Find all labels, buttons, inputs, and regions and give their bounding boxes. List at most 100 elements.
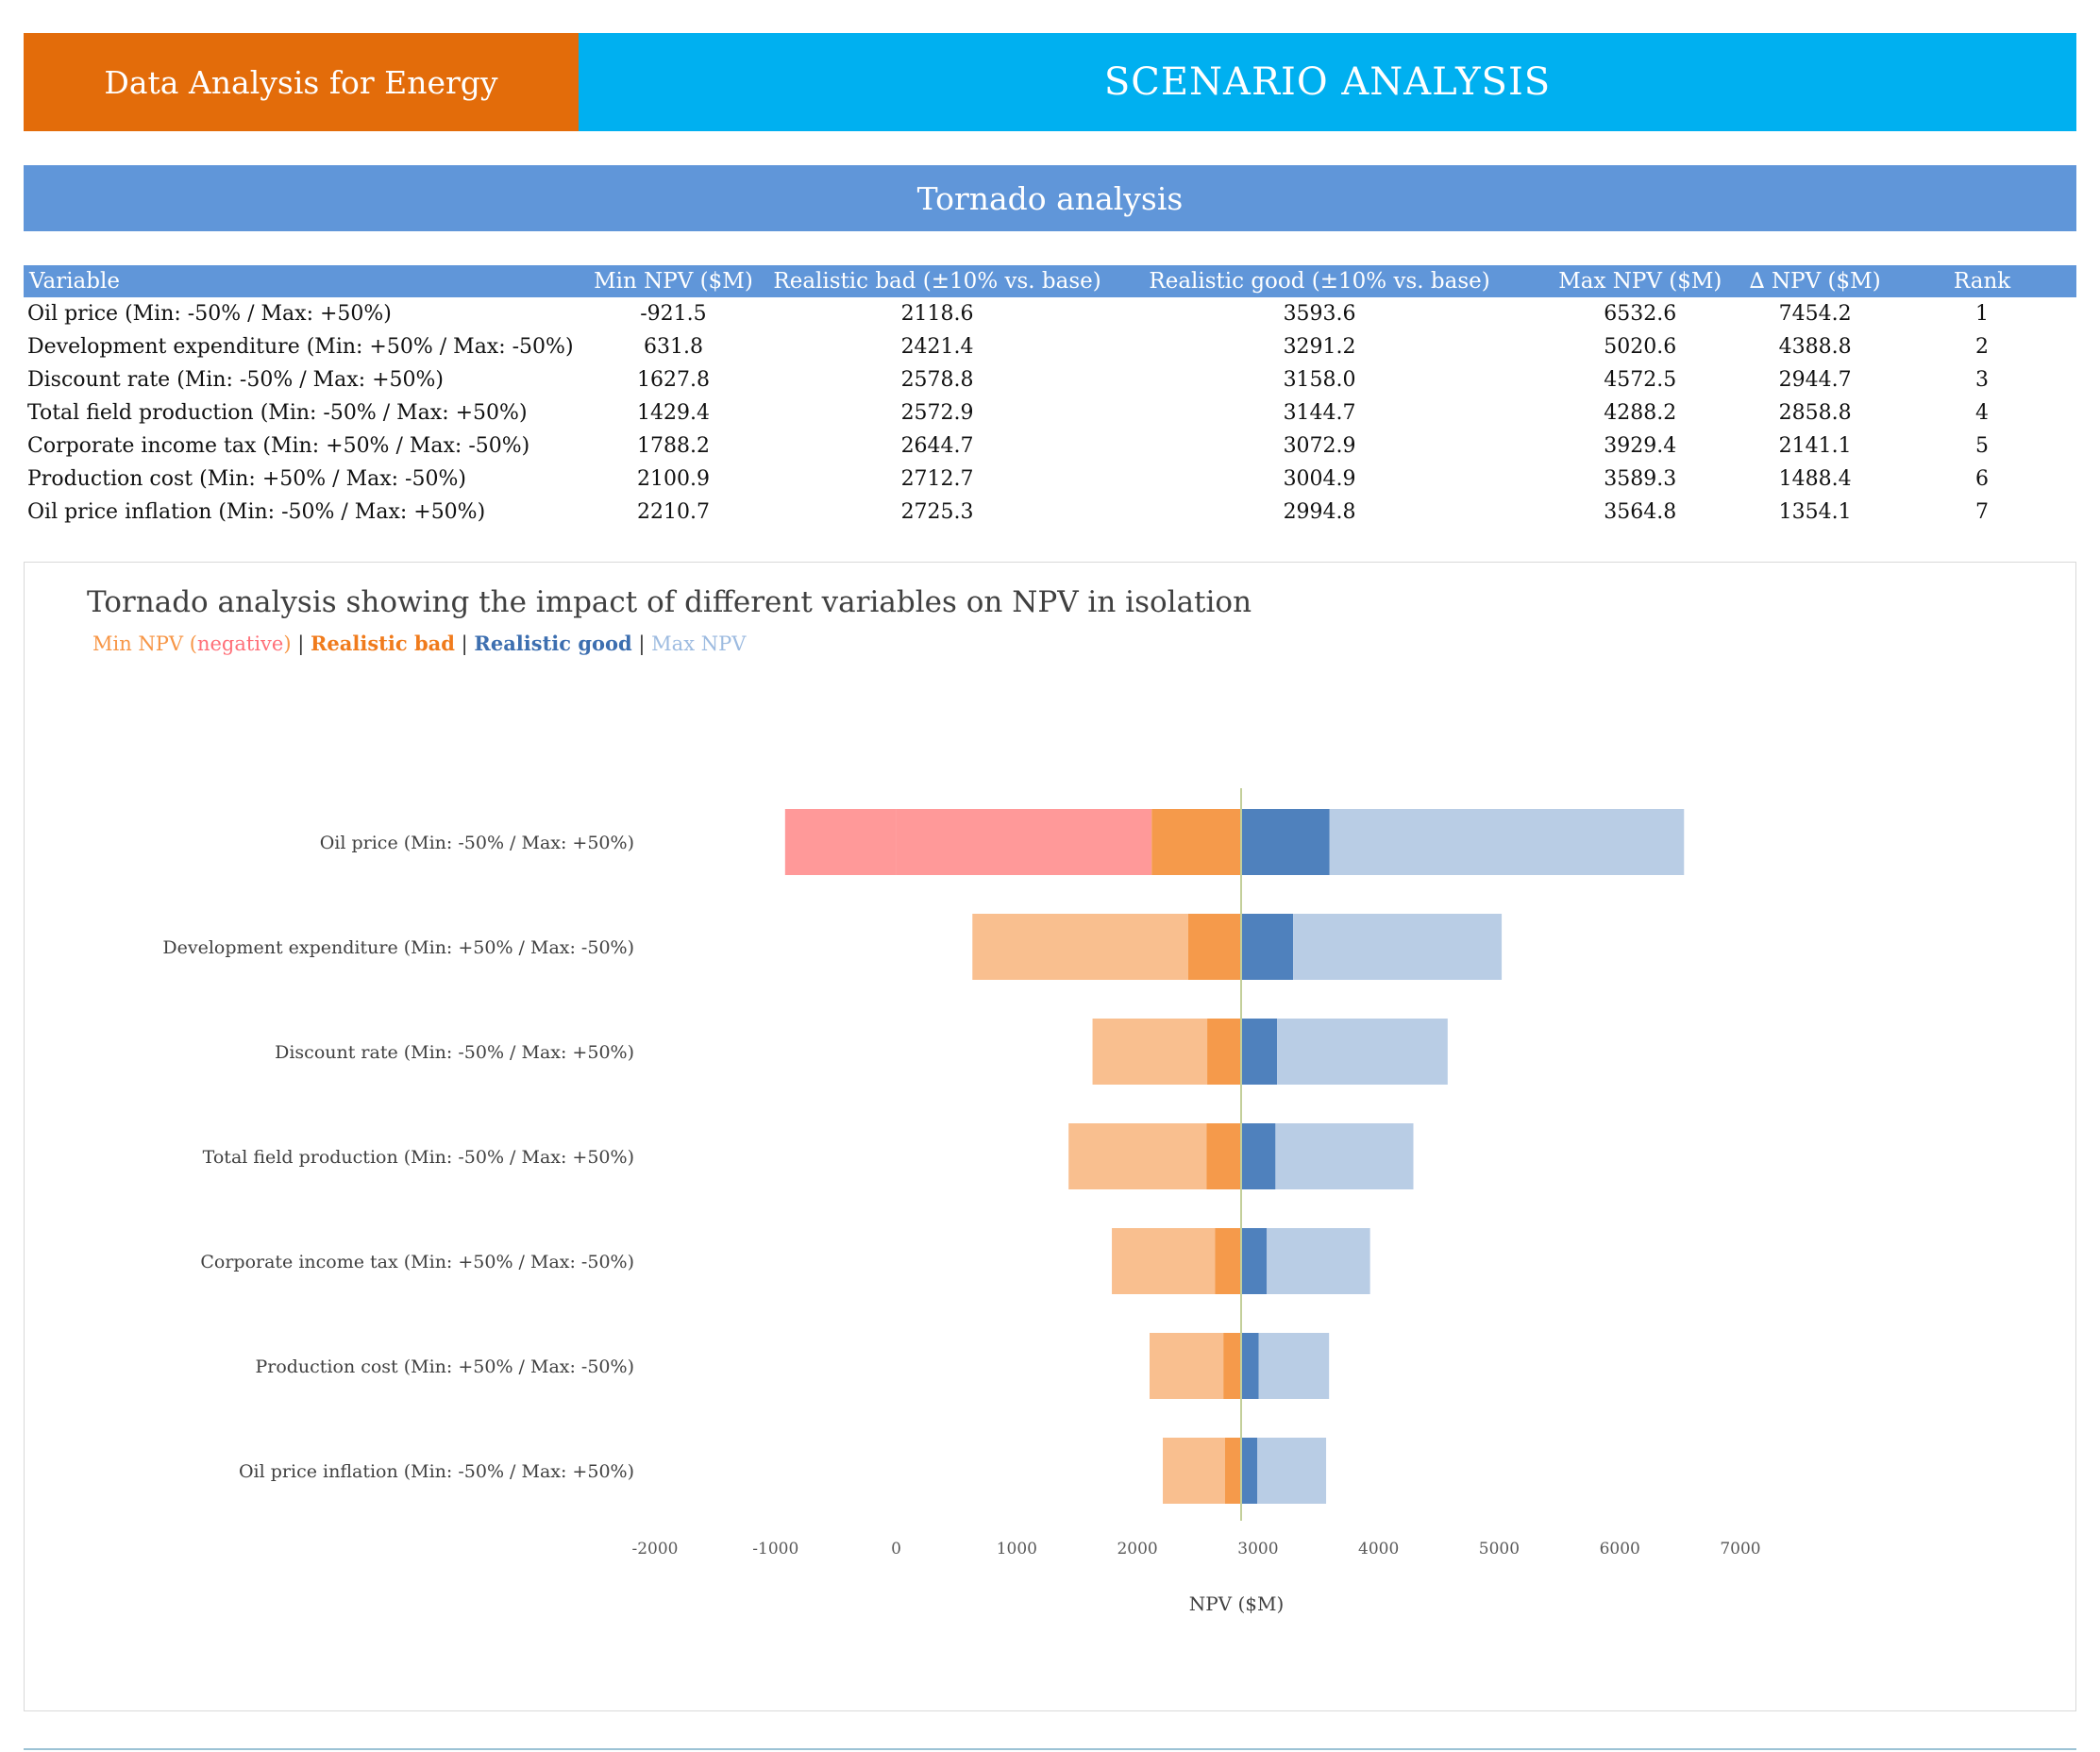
table-cell: 1627.8 <box>636 368 710 392</box>
table-cell: 5 <box>1975 434 1990 458</box>
legend-entry: Realistic bad <box>311 632 455 655</box>
table-cell: 1488.4 <box>1778 467 1852 491</box>
table-cell: 6 <box>1975 467 1990 491</box>
bar-max-npv <box>1277 1019 1448 1085</box>
category-label: Discount rate (Min: -50% / Max: +50%) <box>275 1042 634 1063</box>
legend-entry: Max NPV <box>651 632 747 655</box>
bar-realistic-good <box>1241 1123 1276 1189</box>
table-row: Total field production (Min: -50% / Max:… <box>24 396 2076 430</box>
bar-min-npv <box>1092 1019 1208 1085</box>
x-tick-label: -2000 <box>631 1540 678 1558</box>
x-tick-label: 0 <box>891 1540 901 1558</box>
table-cell: 2858.8 <box>1778 401 1852 425</box>
bar-realistic-bad <box>1215 1228 1241 1294</box>
table-cell: 3072.9 <box>1283 434 1356 458</box>
x-axis-label: NPV ($M) <box>1189 1592 1285 1615</box>
column-header: Rank <box>1888 265 2076 297</box>
table-cell: Corporate income tax (Min: +50% / Max: -… <box>27 434 530 458</box>
table-header-row: Variable Min NPV ($M) Realistic bad (±10… <box>24 265 2076 297</box>
table-cell: 6532.6 <box>1604 302 1677 326</box>
divider <box>24 1748 2076 1750</box>
table-cell: 1429.4 <box>636 401 710 425</box>
bar-min-npv <box>1150 1333 1224 1399</box>
bar-realistic-good <box>1241 914 1294 980</box>
table-cell: 2712.7 <box>900 467 974 491</box>
table-cell: 2421.4 <box>900 335 974 359</box>
bar-realistic-bad <box>1207 1019 1241 1085</box>
bar-min-npv <box>896 809 1152 875</box>
table-cell: 3004.9 <box>1283 467 1356 491</box>
bar-max-npv <box>1293 914 1503 980</box>
table-cell: Development expenditure (Min: +50% / Max… <box>27 335 574 359</box>
bar-min-npv-negative <box>784 809 897 875</box>
table-cell: 2210.7 <box>636 500 710 524</box>
brand-label: Data Analysis for Energy <box>24 33 579 131</box>
x-tick-label: 5000 <box>1479 1540 1520 1558</box>
section-title: Tornado analysis <box>24 165 2076 231</box>
table-cell: 4288.2 <box>1604 401 1677 425</box>
category-labels: Oil price (Min: -50% / Max: +50%) Develop… <box>162 833 634 1482</box>
table-row: Production cost (Min: +50% / Max: -50%) … <box>24 463 2076 496</box>
x-tick-label: 6000 <box>1600 1540 1640 1558</box>
chart-legend: Min NPV (negative) | Realistic bad | Rea… <box>92 632 747 656</box>
bar-realistic-good <box>1241 1333 1259 1399</box>
bar-realistic-bad <box>1224 1438 1241 1504</box>
bar-realistic-good <box>1241 809 1330 875</box>
table-cell: 2725.3 <box>900 500 974 524</box>
legend-entry: Realistic good <box>474 632 632 655</box>
table-cell: 1788.2 <box>636 434 710 458</box>
table-cell: 7454.2 <box>1778 302 1852 326</box>
x-tick-label: 2000 <box>1117 1540 1157 1558</box>
legend-entry: | <box>632 632 651 656</box>
top-banner: Data Analysis for Energy SCENARIO ANALYS… <box>24 33 2076 131</box>
x-tick-label: 4000 <box>1358 1540 1399 1558</box>
table-cell: 2578.8 <box>900 368 974 392</box>
legend-entry: | <box>292 632 311 656</box>
table-cell: 2 <box>1975 335 1990 359</box>
bar-min-npv <box>1068 1123 1207 1189</box>
table-cell: 7 <box>1975 500 1990 524</box>
table-row: Oil price inflation (Min: -50% / Max: +5… <box>24 496 2076 529</box>
bar-max-npv <box>1267 1228 1370 1294</box>
table-cell: 3291.2 <box>1283 335 1356 359</box>
bar-realistic-bad <box>1223 1333 1241 1399</box>
table-cell: 2944.7 <box>1778 368 1852 392</box>
bar-realistic-good <box>1241 1438 1258 1504</box>
table-cell: 2100.9 <box>636 467 710 491</box>
table-cell: 2644.7 <box>900 434 974 458</box>
category-label: Oil price (Min: -50% / Max: +50%) <box>320 833 634 853</box>
category-label: Production cost (Min: +50% / Max: -50%) <box>255 1356 634 1377</box>
table-cell: 2141.1 <box>1778 434 1852 458</box>
table-row: Corporate income tax (Min: +50% / Max: -… <box>24 430 2076 463</box>
chart-canvas: Tornado analysis showing the impact of d… <box>87 585 1761 1615</box>
legend-entry: Min NPV ( <box>92 632 197 655</box>
x-tick-label: 3000 <box>1237 1540 1278 1558</box>
legend-entry: | <box>455 632 474 656</box>
bar-realistic-bad <box>1206 1123 1241 1189</box>
table-cell: 1354.1 <box>1778 500 1852 524</box>
bar-max-npv <box>1257 1438 1327 1504</box>
bars-layer <box>784 788 1685 1521</box>
column-header: Max NPV ($M) <box>1537 265 1743 297</box>
category-label: Oil price inflation (Min: -50% / Max: +5… <box>239 1461 634 1482</box>
column-header: ∆ NPV ($M) <box>1742 265 1889 297</box>
tornado-chart: Tornado analysis showing the impact of d… <box>24 562 2076 1711</box>
table-cell: 4572.5 <box>1604 368 1677 392</box>
x-axis-ticks: -2000 -1000 0 1000 2000 3000 4000 5000 6000 7000 <box>631 1540 1760 1558</box>
table-cell: 631.8 <box>643 335 703 359</box>
column-header: Min NPV ($M) <box>573 265 774 297</box>
table-cell: 3589.3 <box>1604 467 1677 491</box>
bar-realistic-bad <box>1187 914 1241 980</box>
bar-max-npv <box>1275 1123 1414 1189</box>
bar-min-npv <box>972 914 1188 980</box>
table-cell: -921.5 <box>640 302 707 326</box>
table-row: Discount rate (Min: -50% / Max: +50%) 16… <box>24 363 2076 396</box>
category-label: Total field production (Min: -50% / Max:… <box>203 1147 634 1168</box>
table-cell: 5020.6 <box>1604 335 1677 359</box>
legend-entry: negative <box>197 632 283 655</box>
table-row: Development expenditure (Min: +50% / Max… <box>24 330 2076 363</box>
table-cell: 4388.8 <box>1778 335 1852 359</box>
bar-max-npv <box>1329 809 1685 875</box>
table-cell: 3144.7 <box>1283 401 1356 425</box>
x-tick-label: 7000 <box>1720 1540 1760 1558</box>
